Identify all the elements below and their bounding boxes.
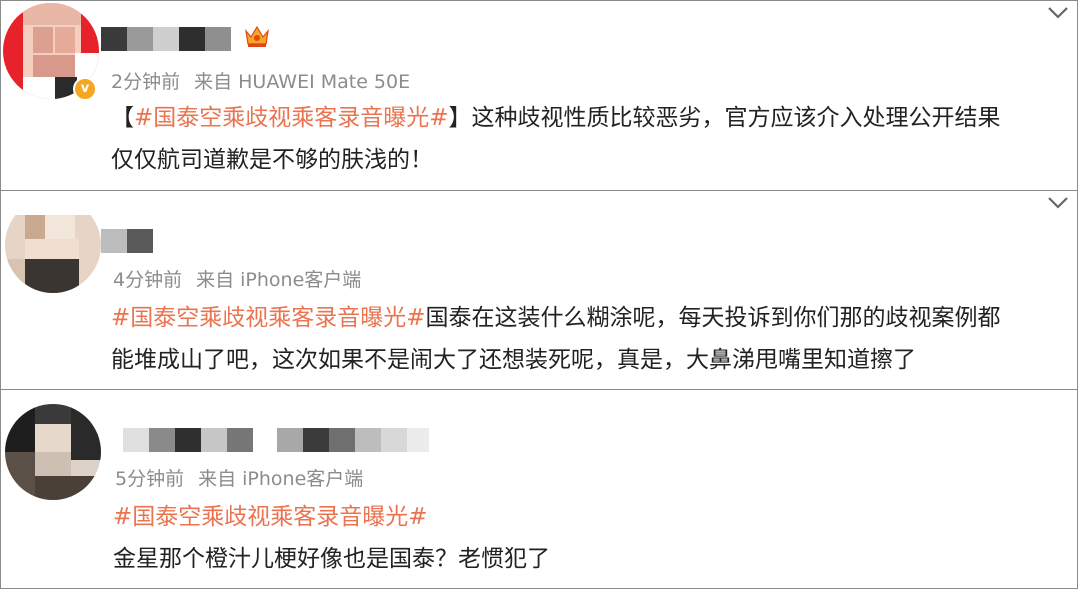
crown-icon bbox=[245, 25, 269, 47]
chevron-down-icon[interactable] bbox=[1047, 195, 1069, 211]
verified-badge-icon: v bbox=[73, 77, 97, 101]
username[interactable] bbox=[101, 229, 161, 253]
comment-line: 【#国泰空乘歧视乘客录音曝光#】这种歧视性质比较恶劣，官方应该介入处理公开结果 bbox=[111, 97, 1001, 139]
comment-line: 金星那个橙汁儿梗好像也是国泰？老惯犯了 bbox=[113, 546, 550, 572]
username[interactable] bbox=[101, 27, 231, 51]
comment-source: 来自 HUAWEI Mate 50E bbox=[194, 71, 411, 93]
bracket-text: 【 bbox=[111, 105, 134, 131]
comment-text: 【#国泰空乘歧视乘客录音曝光#】这种歧视性质比较恶劣，官方应该介入处理公开结果 … bbox=[111, 97, 1001, 181]
comment-source: 来自 iPhone客户端 bbox=[196, 269, 362, 291]
comment-source: 来自 iPhone客户端 bbox=[198, 468, 364, 490]
comment-line: #国泰空乘歧视乘客录音曝光# bbox=[113, 496, 550, 538]
comment-line: #国泰空乘歧视乘客录音曝光#国泰在这装什么糊涂呢，每天投诉到你们那的歧视案例都 bbox=[111, 297, 1001, 339]
comment-card: 4分钟前 来自 iPhone客户端 #国泰空乘歧视乘客录音曝光#国泰在这装什么糊涂… bbox=[0, 190, 1078, 390]
comment-time: 5分钟前 bbox=[115, 468, 185, 490]
comment-card: 5分钟前 来自 iPhone客户端 #国泰空乘歧视乘客录音曝光# 金星那个橙汁儿梗… bbox=[0, 389, 1078, 589]
avatar[interactable] bbox=[5, 404, 101, 500]
comment-text: #国泰空乘歧视乘客录音曝光# 金星那个橙汁儿梗好像也是国泰？老惯犯了 bbox=[113, 496, 550, 580]
topic-link[interactable]: #国泰空乘歧视乘客录音曝光# bbox=[111, 305, 426, 331]
topic-link[interactable]: #国泰空乘歧视乘客录音曝光# bbox=[134, 105, 449, 131]
comment-meta: 4分钟前 来自 iPhone客户端 bbox=[113, 265, 361, 292]
comment-text: #国泰空乘歧视乘客录音曝光#国泰在这装什么糊涂呢，每天投诉到你们那的歧视案例都 … bbox=[111, 297, 1001, 381]
comment-meta: 2分钟前 来自 HUAWEI Mate 50E bbox=[111, 67, 410, 94]
comment-line-text: 】这种歧视性质比较恶劣，官方应该介入处理公开结果 bbox=[448, 105, 1001, 131]
comment-time: 4分钟前 bbox=[113, 269, 183, 291]
comment-line: 仅仅航司道歉是不够的肤浅的！ bbox=[111, 147, 433, 173]
chevron-down-icon[interactable] bbox=[1047, 5, 1069, 21]
comment-card: v 2分钟前 来自 HUAWEI Mate 50E 【#国泰空乘歧视乘客录音曝光#… bbox=[0, 0, 1078, 191]
comment-time: 2分钟前 bbox=[111, 71, 181, 93]
topic-link[interactable]: #国泰空乘歧视乘客录音曝光# bbox=[113, 504, 428, 530]
comment-meta: 5分钟前 来自 iPhone客户端 bbox=[115, 464, 363, 491]
avatar[interactable] bbox=[5, 197, 101, 293]
username[interactable] bbox=[123, 428, 429, 452]
comment-line-text: 国泰在这装什么糊涂呢，每天投诉到你们那的歧视案例都 bbox=[425, 305, 1001, 331]
comment-line: 能堆成山了吧，这次如果不是闹大了还想装死呢，真是，大鼻涕甩嘴里知道擦了 bbox=[111, 347, 916, 373]
